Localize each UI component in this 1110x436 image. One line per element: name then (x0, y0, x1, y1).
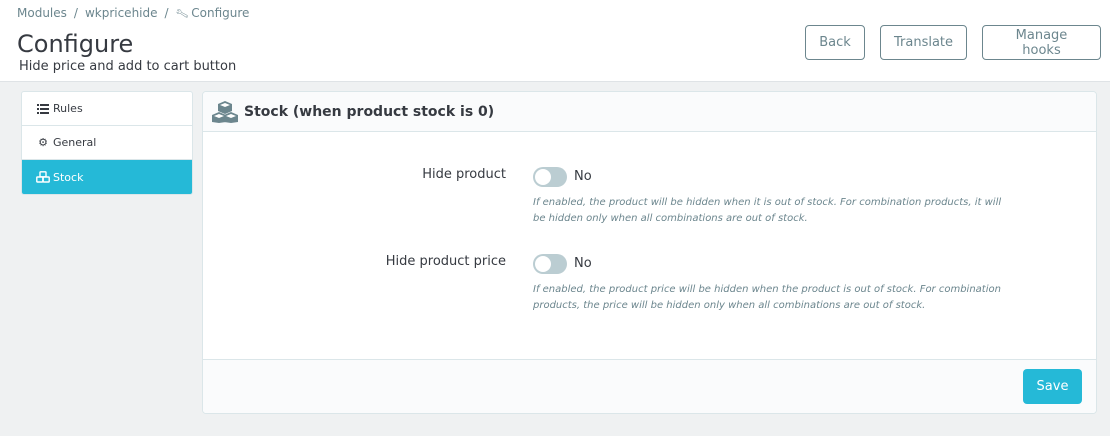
panel-title: Stock (when product stock is 0) (244, 103, 495, 120)
sidebar-item-label: Stock (53, 170, 84, 184)
cubes-icon (36, 171, 50, 183)
save-button[interactable]: Save (1023, 369, 1082, 404)
manage-hooks-button[interactable]: Manage hooks (982, 25, 1101, 60)
wrench-icon: 🔧︎ (174, 7, 190, 22)
header-toolbar: Back Translate Manage hooks (805, 25, 1101, 60)
breadcrumb-item-modules[interactable]: Modules (17, 6, 67, 20)
list-icon (36, 103, 50, 114)
breadcrumb-item-wkpricehide[interactable]: wkpricehide (85, 6, 158, 20)
back-button[interactable]: Back (805, 25, 865, 60)
translate-button[interactable]: Translate (880, 25, 967, 60)
breadcrumb-separator: / (73, 6, 78, 20)
page-subtitle: Hide price and add to cart button (19, 59, 237, 74)
switch-knob (535, 256, 551, 272)
hide-product-price-help: If enabled, the product price will be hi… (533, 284, 1001, 311)
panel-footer: Save (203, 359, 1096, 413)
hide-product-price-label: Hide product price (385, 254, 506, 269)
settings-sidebar: Rules ⚙︎ General Stock (21, 91, 193, 195)
sidebar-item-stock[interactable]: Stock (22, 160, 192, 194)
hide-product-help: If enabled, the product will be hidden w… (533, 197, 1002, 224)
sidebar-item-label: Rules (53, 102, 83, 115)
hide-product-price-switch[interactable] (533, 254, 567, 274)
breadcrumb-separator: / (164, 6, 169, 20)
panel-header: Stock (when product stock is 0) (203, 92, 1096, 132)
hide-product-value: No (574, 169, 592, 184)
page-title: Configure (17, 30, 134, 58)
stock-settings-panel: Stock (when product stock is 0) Hide pro… (202, 91, 1097, 414)
page-header: Modules / wkpricehide / 🔧︎ Configure Configur… (0, 0, 1110, 82)
sidebar-item-rules[interactable]: Rules (22, 92, 192, 126)
hide-product-label: Hide product (422, 167, 506, 182)
hide-product-price-value: No (574, 256, 592, 271)
hide-product-switch[interactable] (533, 167, 567, 187)
switch-knob (535, 169, 551, 185)
breadcrumb: Modules / wkpricehide / 🔧︎ Configure (17, 6, 250, 22)
cubes-icon (212, 100, 238, 123)
gear-icon: ⚙︎ (38, 136, 48, 149)
breadcrumb-item-configure: Configure (191, 6, 250, 20)
sidebar-item-label: General (53, 136, 97, 149)
sidebar-item-general[interactable]: ⚙︎ General (22, 126, 192, 160)
